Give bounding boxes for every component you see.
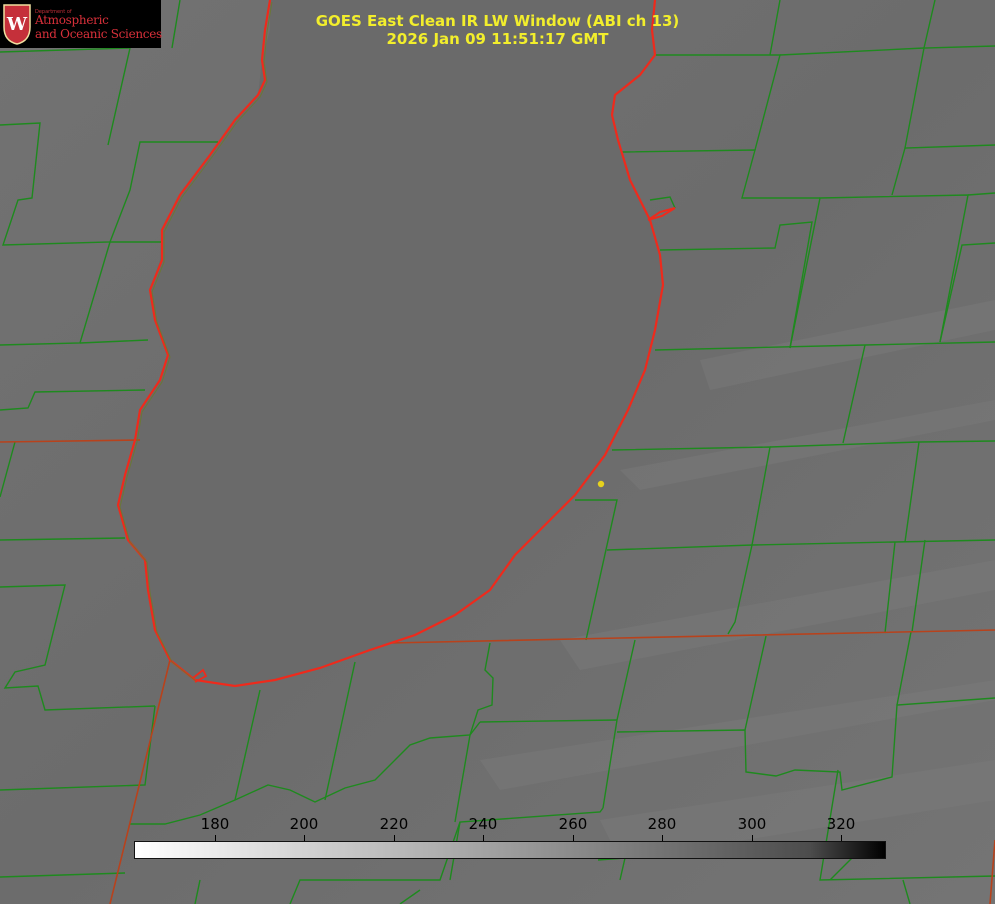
colorbar-tick — [483, 835, 484, 841]
colorbar-tick — [573, 835, 574, 841]
colorbar-tick-label: 180 — [200, 815, 230, 833]
colorbar-tick-label: 260 — [558, 815, 588, 833]
image-timestamp: 2026 Jan 09 11:51:17 GMT — [386, 30, 609, 48]
colorbar-tick — [304, 835, 305, 841]
colorbar-tick-label: 300 — [737, 815, 767, 833]
colorbar-tick-label: 200 — [289, 815, 319, 833]
colorbar-tick-label: 320 — [826, 815, 856, 833]
colorbar-tick — [394, 835, 395, 841]
colorbar — [134, 841, 886, 859]
colorbar-tick — [841, 835, 842, 841]
colorbar-tick-label: 240 — [468, 815, 498, 833]
satellite-image — [0, 0, 995, 904]
colorbar-tick — [215, 835, 216, 841]
colorbar-tick-label: 220 — [379, 815, 409, 833]
colorbar-tick — [662, 835, 663, 841]
city-marker — [597, 480, 605, 488]
image-title: GOES East Clean IR LW Window (ABI ch 13) — [315, 12, 680, 30]
colorbar-tick-label: 280 — [647, 815, 677, 833]
colorbar-tick — [752, 835, 753, 841]
